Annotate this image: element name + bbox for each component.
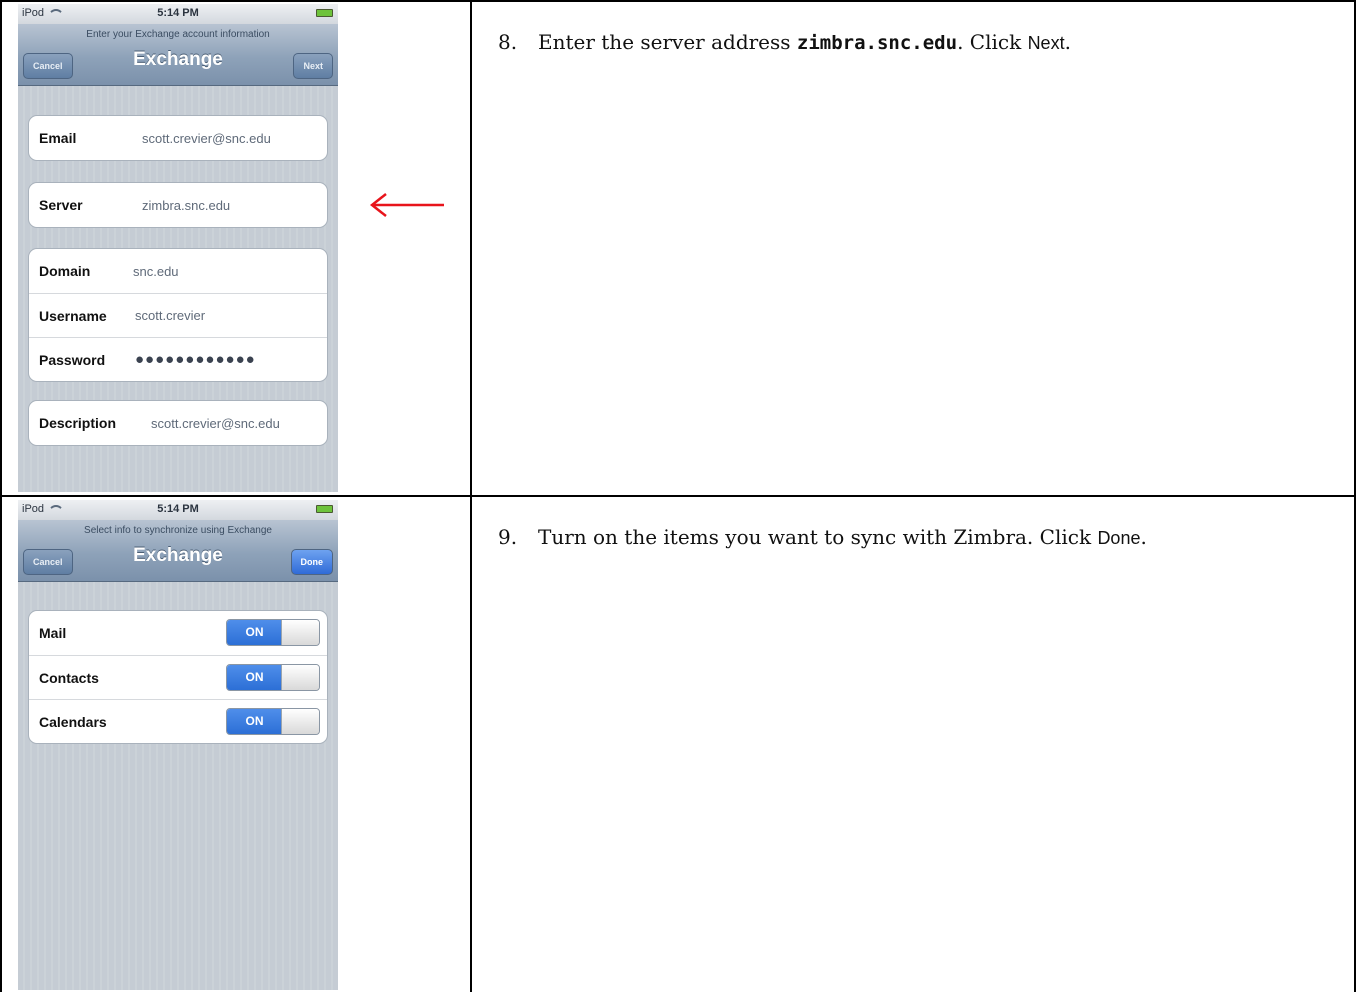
sync-items-group: Mail ON Contacts ON Calendars ON xyxy=(28,610,328,744)
sync-item-label: Contacts xyxy=(39,669,99,686)
description-field[interactable]: scott.crevier@snc.edu xyxy=(151,416,280,431)
table-border-top xyxy=(0,0,1356,2)
server-group: Server zimbra.snc.edu xyxy=(28,182,328,228)
domain-label: Domain xyxy=(39,263,91,279)
nav-prompt: Enter your Exchange account information xyxy=(86,29,270,40)
step-text: Turn on the items you want to sync with … xyxy=(538,525,1098,549)
next-button[interactable]: Next xyxy=(293,53,333,79)
contacts-toggle[interactable]: ON xyxy=(226,664,320,691)
iphone-screenshot-sync-options: iPod 5:14 PM Select info to synchronize … xyxy=(18,500,338,990)
step-8-instruction: 8. Enter the server address zimbra.snc.ed… xyxy=(498,30,1071,54)
username-row[interactable]: Username scott.crevier xyxy=(29,293,327,337)
credentials-group: Domain snc.edu Username scott.crevier Pa… xyxy=(28,248,328,382)
email-field[interactable]: scott.crevier@snc.edu xyxy=(142,131,271,146)
step-number: 8. xyxy=(498,30,518,54)
left-arrow-icon xyxy=(369,193,444,217)
server-label: Server xyxy=(39,197,83,213)
table-row-divider xyxy=(0,495,1356,497)
password-row[interactable]: Password ●●●●●●●●●●●● xyxy=(29,337,327,381)
status-bar: iPod 5:14 PM xyxy=(18,4,338,24)
done-button[interactable]: Done xyxy=(290,549,333,575)
step-9-instruction: 9. Turn on the items you want to sync wit… xyxy=(498,525,1147,549)
password-field[interactable]: ●●●●●●●●●●●● xyxy=(135,351,256,368)
description-group: Description scott.crevier@snc.edu xyxy=(28,400,328,446)
email-group: Email scott.crevier@snc.edu xyxy=(28,115,328,161)
battery-icon xyxy=(316,505,333,513)
toggle-state: ON xyxy=(227,665,282,690)
toggle-state: ON xyxy=(227,709,282,734)
sync-item-mail: Mail ON xyxy=(29,611,327,655)
sync-item-calendars: Calendars ON xyxy=(29,699,327,743)
step-number: 9. xyxy=(498,525,518,549)
email-label: Email xyxy=(39,130,77,146)
battery-icon xyxy=(316,9,333,17)
description-label: Description xyxy=(39,415,117,431)
navigation-bar: Enter your Exchange account information … xyxy=(18,24,338,86)
toggle-knob xyxy=(281,709,319,734)
iphone-screenshot-account-info: iPod 5:14 PM Enter your Exchange account… xyxy=(18,4,338,492)
ui-term-next: Next xyxy=(1027,33,1065,53)
username-label: Username xyxy=(39,307,107,324)
server-row[interactable]: Server zimbra.snc.edu xyxy=(29,183,327,227)
domain-row[interactable]: Domain snc.edu xyxy=(29,249,327,293)
toggle-knob xyxy=(281,665,319,690)
navigation-bar: Select info to synchronize using Exchang… xyxy=(18,520,338,582)
status-time: 5:14 PM xyxy=(157,503,199,515)
step-text: Enter the server address xyxy=(538,30,797,54)
step-text: . xyxy=(1140,525,1147,549)
server-address: zimbra.snc.edu xyxy=(796,32,958,54)
domain-field[interactable]: snc.edu xyxy=(133,264,179,279)
calendars-toggle[interactable]: ON xyxy=(226,708,320,735)
username-field[interactable]: scott.crevier xyxy=(135,308,205,323)
toggle-knob xyxy=(281,620,319,645)
password-label: Password xyxy=(39,351,106,368)
mail-toggle[interactable]: ON xyxy=(226,619,320,646)
nav-title: Exchange xyxy=(133,49,223,70)
sync-item-label: Calendars xyxy=(39,713,107,730)
status-bar: iPod 5:14 PM xyxy=(18,500,338,520)
email-row[interactable]: Email scott.crevier@snc.edu xyxy=(29,116,327,160)
sync-item-contacts: Contacts ON xyxy=(29,655,327,699)
step-text: . xyxy=(1064,30,1071,54)
sync-item-label: Mail xyxy=(39,625,67,641)
description-row[interactable]: Description scott.crevier@snc.edu xyxy=(29,401,327,445)
ui-term-done: Done xyxy=(1097,528,1141,548)
step-text: . Click xyxy=(957,30,1028,54)
toggle-state: ON xyxy=(227,620,282,645)
status-time: 5:14 PM xyxy=(157,7,199,19)
server-field[interactable]: zimbra.snc.edu xyxy=(142,198,230,213)
nav-prompt: Select info to synchronize using Exchang… xyxy=(84,525,272,536)
